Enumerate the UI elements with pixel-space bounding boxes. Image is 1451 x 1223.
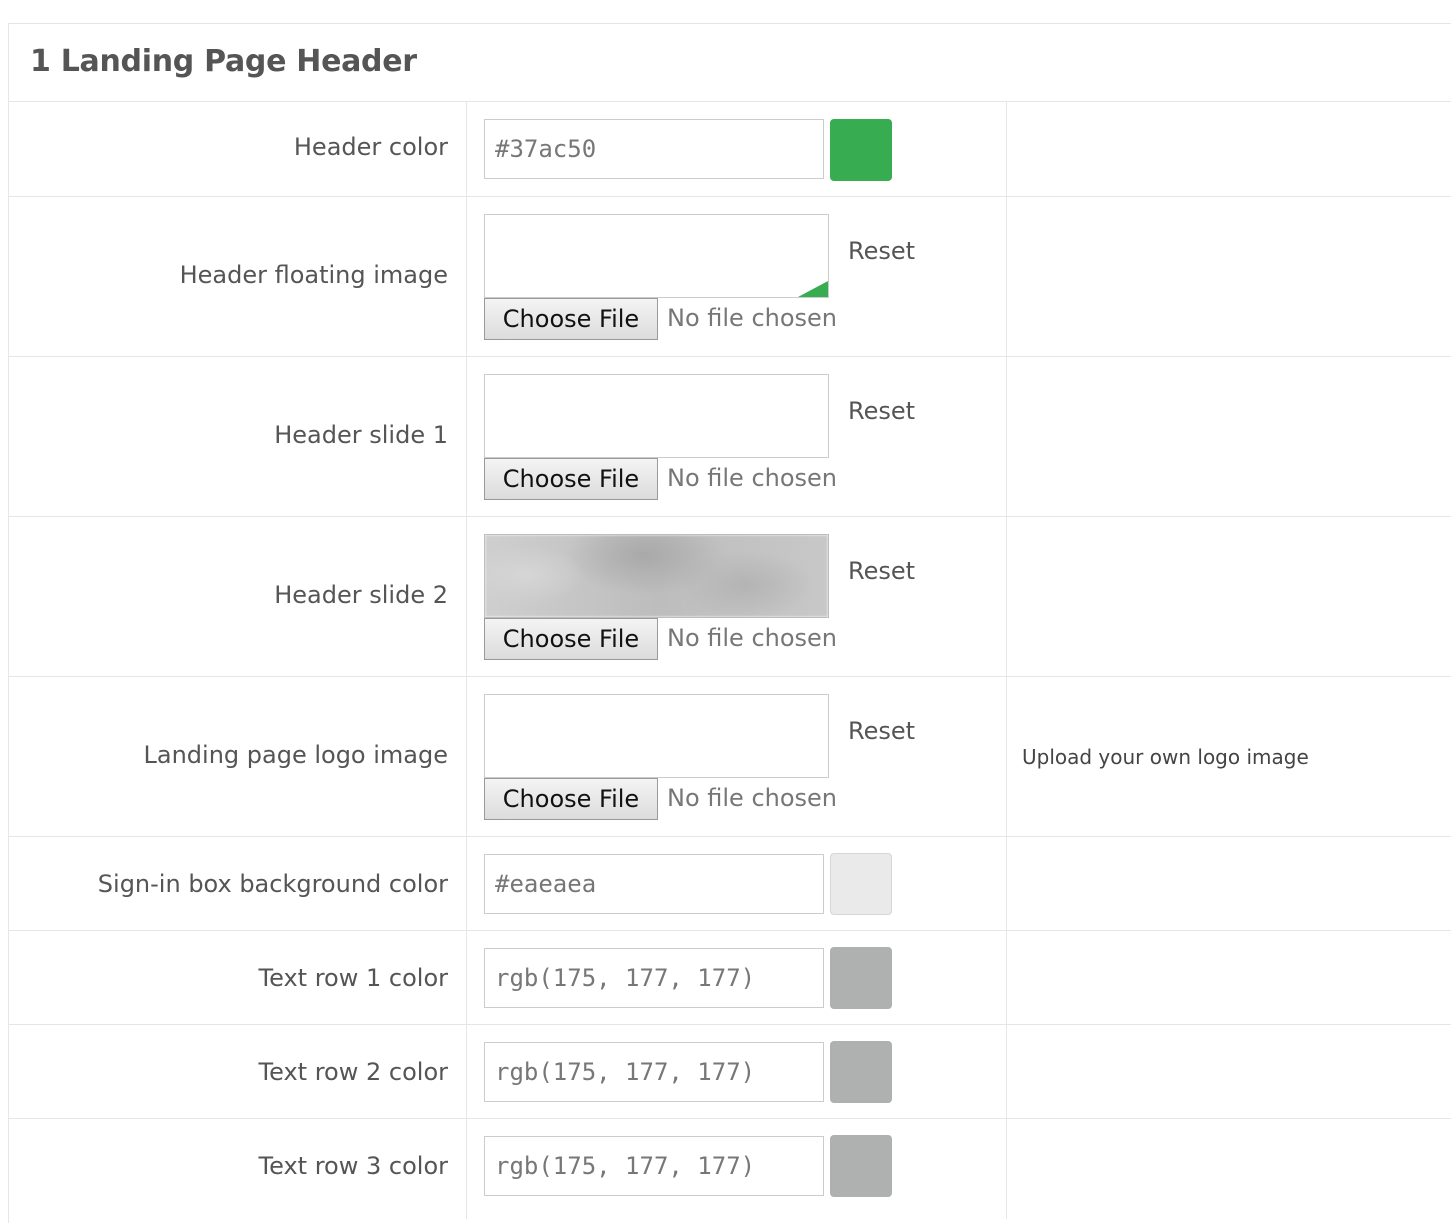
text-row-3-color-swatch[interactable] (830, 1135, 892, 1197)
text-row-1-color-swatch[interactable] (830, 947, 892, 1009)
row-text-row-3-color: Text row 3 color (9, 1119, 1451, 1219)
section-title: 1 Landing Page Header (30, 44, 417, 79)
row-header-color: Header color (9, 102, 1451, 197)
header-slide-2-no-file-text: No file chosen (667, 624, 838, 652)
row-landing-logo-image: Landing page logo image Reset Choose Fil… (9, 677, 1451, 837)
header-floating-image-choose-file-button[interactable]: Choose File (484, 298, 658, 340)
header-slide-1-preview (484, 374, 829, 458)
header-slide-2-thumbnail (485, 535, 828, 617)
header-floating-image-reset-link[interactable]: Reset (848, 237, 915, 265)
text-row-3-color-input[interactable] (484, 1136, 824, 1196)
settings-panel: 1 Landing Page Header Header color Heade… (8, 23, 1451, 1223)
landing-logo-image-preview (484, 694, 829, 778)
header-slide-2-preview (484, 534, 829, 618)
landing-logo-image-help-text: Upload your own logo image (1022, 745, 1309, 769)
text-row-3-color-label: Text row 3 color (258, 1152, 448, 1180)
text-row-1-color-input[interactable] (484, 948, 824, 1008)
header-slide-1-choose-file-button[interactable]: Choose File (484, 458, 658, 500)
header-slide-1-no-file-text: No file chosen (667, 464, 838, 492)
panel-header: 1 Landing Page Header (9, 24, 1451, 102)
landing-logo-image-reset-link[interactable]: Reset (848, 717, 915, 745)
header-slide-2-choose-file-button[interactable]: Choose File (484, 618, 658, 660)
row-header-floating-image: Header floating image Reset Choose File … (9, 197, 1451, 357)
header-floating-image-no-file-text: No file chosen (667, 304, 838, 332)
header-slide-1-label: Header slide 1 (274, 421, 448, 449)
landing-logo-image-label: Landing page logo image (143, 741, 449, 769)
header-slide-2-label: Header slide 2 (274, 581, 448, 609)
row-header-slide-2: Header slide 2 Reset Choose File No file… (9, 517, 1451, 677)
header-slide-2-reset-link[interactable]: Reset (848, 557, 915, 585)
row-header-slide-1: Header slide 1 Reset Choose File No file… (9, 357, 1451, 517)
header-color-input[interactable] (484, 119, 824, 179)
row-signin-bg-color: Sign-in box background color (9, 837, 1451, 931)
text-row-1-color-label: Text row 1 color (258, 964, 448, 992)
header-floating-image-preview (484, 214, 829, 298)
header-color-swatch[interactable] (830, 119, 892, 181)
text-row-2-color-input[interactable] (484, 1042, 824, 1102)
header-slide-1-reset-link[interactable]: Reset (848, 397, 915, 425)
header-floating-image-label: Header floating image (179, 261, 448, 289)
landing-logo-image-no-file-text: No file chosen (667, 784, 838, 812)
header-color-label: Header color (293, 133, 448, 161)
signin-bg-color-swatch[interactable] (830, 853, 892, 915)
row-text-row-2-color: Text row 2 color (9, 1025, 1451, 1119)
row-text-row-1-color: Text row 1 color (9, 931, 1451, 1025)
signin-bg-color-input[interactable] (484, 854, 824, 914)
text-row-2-color-swatch[interactable] (830, 1041, 892, 1103)
signin-bg-color-label: Sign-in box background color (97, 870, 448, 898)
landing-logo-image-choose-file-button[interactable]: Choose File (484, 778, 658, 820)
text-row-2-color-label: Text row 2 color (258, 1058, 448, 1086)
